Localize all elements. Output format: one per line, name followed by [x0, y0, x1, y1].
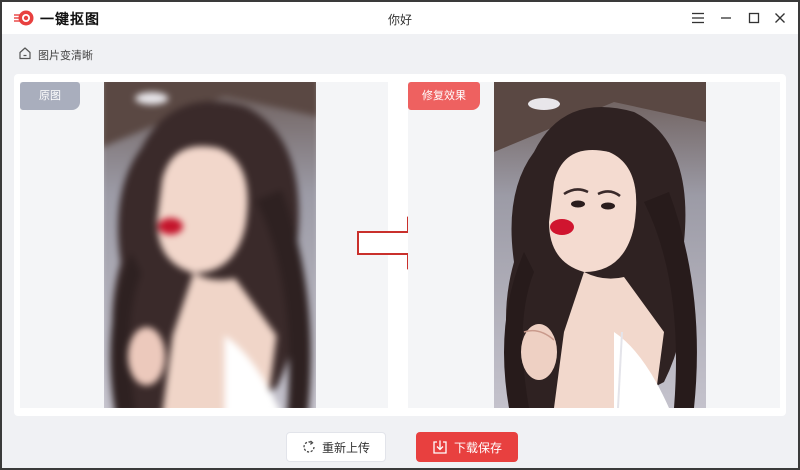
home-icon[interactable] [18, 46, 32, 60]
reupload-button[interactable]: 重新上传 [286, 432, 386, 462]
original-pane: 原图 [20, 82, 388, 408]
close-button[interactable] [770, 8, 790, 28]
download-button[interactable]: 下载保存 [416, 432, 518, 462]
app-window: 一键抠图 你好 图片变清晰 原图 修复效果 重新上传 下载保存 [0, 0, 800, 470]
maximize-button[interactable] [744, 8, 764, 28]
original-image [104, 82, 316, 408]
result-tag: 修复效果 [408, 82, 480, 110]
compare-panel: 原图 修复效果 [14, 74, 786, 416]
title-bar: 一键抠图 你好 [2, 2, 798, 34]
close-icon [775, 13, 785, 23]
download-icon [433, 440, 447, 454]
breadcrumb-label[interactable]: 图片变清晰 [38, 47, 93, 63]
maximize-icon [748, 12, 760, 24]
minimize-button[interactable] [716, 8, 736, 28]
result-image [494, 82, 706, 408]
menu-icon [692, 12, 704, 24]
result-pane: 修复效果 [408, 82, 780, 408]
refresh-icon [303, 440, 315, 453]
reupload-label: 重新上传 [321, 440, 370, 455]
breadcrumb: 图片变清晰 [2, 34, 798, 74]
download-label: 下载保存 [453, 440, 502, 455]
minimize-icon [721, 17, 731, 19]
menu-button[interactable] [688, 8, 708, 28]
window-title: 你好 [387, 13, 412, 27]
original-tag: 原图 [20, 82, 80, 110]
